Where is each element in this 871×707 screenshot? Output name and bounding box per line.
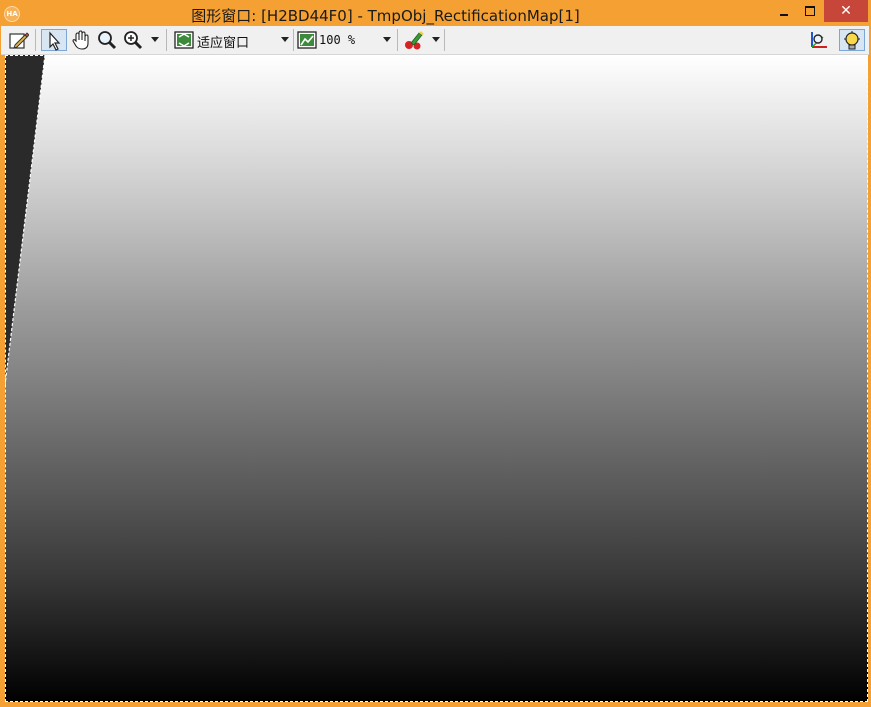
fit-mode-chevron-down-icon[interactable] (281, 37, 289, 42)
fit-mode-select[interactable]: 适应窗口 (197, 32, 249, 51)
zoom-level-icon[interactable] (296, 29, 318, 51)
minimize-icon (780, 14, 788, 16)
image-canvas[interactable] (5, 55, 868, 702)
pointer-tool-button[interactable] (41, 29, 67, 51)
pointer-icon (49, 31, 61, 51)
toolbar-separator (397, 29, 398, 51)
toolbar-separator (35, 29, 36, 51)
axes-pick-icon[interactable] (807, 29, 829, 51)
magnifier-icon[interactable] (96, 29, 118, 51)
window-bottom-border (0, 702, 871, 707)
close-button[interactable]: ✕ (824, 0, 868, 22)
zoom-in-icon[interactable] (122, 29, 144, 51)
lightbulb-icon (844, 31, 860, 50)
zoom-level-chevron-down-icon[interactable] (383, 37, 391, 42)
hand-pan-icon[interactable] (70, 29, 92, 51)
edit-icon[interactable] (7, 29, 29, 51)
title-bar[interactable]: HA 图形窗口: [H2BD44F0] - TmpObj_Rectificati… (0, 0, 871, 26)
paint-chevron-down-icon[interactable] (432, 37, 440, 42)
zoom-level-select[interactable]: 100 % (319, 33, 355, 47)
maximize-icon (805, 6, 815, 16)
maximize-button[interactable] (798, 0, 822, 22)
graphics-window: HA 图形窗口: [H2BD44F0] - TmpObj_Rectificati… (0, 0, 871, 707)
paint-brush-icon[interactable] (403, 29, 425, 51)
fit-window-icon[interactable] (173, 29, 195, 51)
lightbulb-button[interactable] (839, 29, 865, 51)
toolbar: 适应窗口 100 % (1, 26, 869, 55)
window-title: 图形窗口: [H2BD44F0] - TmpObj_RectificationM… (191, 7, 580, 25)
rectification-map-image (5, 55, 46, 386)
minimize-button[interactable] (772, 0, 796, 22)
toolbar-separator (444, 29, 445, 51)
toolbar-separator (293, 29, 294, 51)
toolbar-separator (166, 29, 167, 51)
zoom-dropdown-chevron-down-icon[interactable] (151, 37, 159, 42)
